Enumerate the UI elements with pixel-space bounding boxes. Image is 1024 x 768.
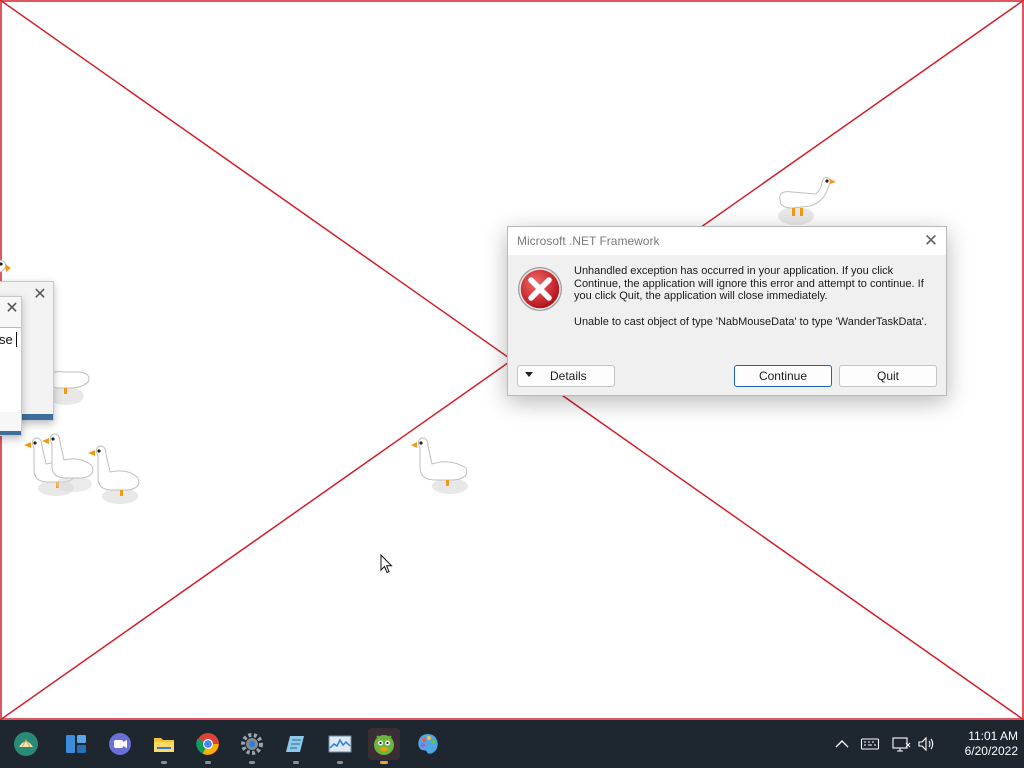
- running-indicator: [249, 761, 255, 764]
- text-input-value: se: [0, 332, 13, 347]
- close-icon[interactable]: ✕: [920, 230, 942, 252]
- error-icon: [518, 267, 562, 311]
- close-icon[interactable]: ✕: [3, 300, 21, 318]
- network-icon[interactable]: [891, 734, 911, 754]
- dotnet-error-dialog: Microsoft .NET Framework ✕ Unhandled exc…: [507, 226, 947, 396]
- goose-sprite: [411, 437, 468, 494]
- keyboard-icon[interactable]: [860, 734, 880, 754]
- paint-icon[interactable]: [412, 728, 444, 760]
- dialog-message: Unhandled exception has occurred in your…: [574, 265, 934, 328]
- clock-date: 6/20/2022: [964, 744, 1018, 758]
- dialog-title: Microsoft .NET Framework: [517, 234, 660, 248]
- caret-down-icon: [525, 372, 533, 377]
- close-icon[interactable]: ✕: [31, 286, 49, 304]
- chevron-up-icon[interactable]: [832, 734, 852, 754]
- goose-app-icon[interactable]: [368, 728, 400, 764]
- chrome-icon[interactable]: [192, 728, 224, 764]
- continue-button[interactable]: Continue: [734, 365, 832, 387]
- clock-time: 11:01 AM: [968, 729, 1018, 743]
- quit-button[interactable]: Quit: [839, 365, 937, 387]
- widgets-icon[interactable]: [60, 728, 92, 760]
- running-indicator: [205, 761, 211, 764]
- taskbar: 11:01 AM 6/20/2022: [0, 720, 1024, 768]
- running-indicator: [293, 761, 299, 764]
- text-caret: [16, 332, 17, 347]
- running-indicator: [161, 761, 167, 764]
- desktop: ✕ ✕ se Microsoft .NET Framework ✕ Unhand…: [0, 0, 1024, 720]
- shell-icon[interactable]: [10, 728, 42, 760]
- teams-chat-icon[interactable]: [104, 728, 136, 760]
- details-button-label: Details: [550, 369, 587, 383]
- taskbar-clock[interactable]: 11:01 AM 6/20/2022: [944, 729, 1018, 759]
- running-indicator: [380, 761, 388, 764]
- progress-bar: [0, 431, 21, 435]
- dialog-titlebar[interactable]: Microsoft .NET Framework ✕: [508, 227, 946, 255]
- error-detail: Unable to cast object of type 'NabMouseD…: [574, 315, 927, 328]
- notepad-icon[interactable]: [280, 728, 312, 764]
- mouse-pointer-icon: [380, 554, 393, 574]
- text-input[interactable]: se: [0, 327, 21, 412]
- goose-sprite: [88, 445, 140, 504]
- partial-dialog-front: ✕ se: [0, 296, 22, 436]
- volume-icon[interactable]: [916, 734, 936, 754]
- error-description: Unhandled exception has occurred in your…: [574, 265, 924, 302]
- file-explorer-icon[interactable]: [148, 728, 180, 764]
- settings-gear-icon[interactable]: [236, 728, 268, 764]
- details-button[interactable]: Details: [517, 365, 615, 387]
- task-manager-icon[interactable]: [324, 728, 356, 764]
- running-indicator: [337, 761, 343, 764]
